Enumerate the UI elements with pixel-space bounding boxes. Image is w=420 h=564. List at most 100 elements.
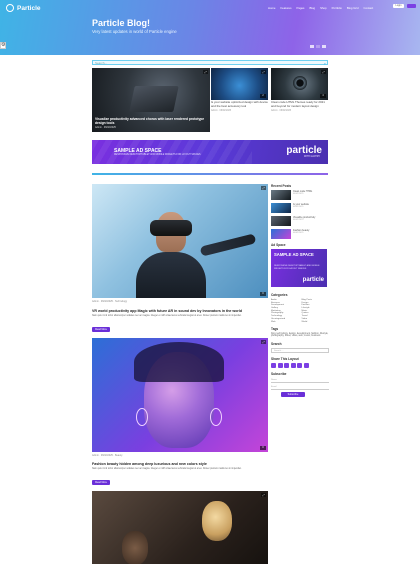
sidebar-ad[interactable]: SAMPLE AD SPACE RESPONSIVE DESKTOP/TABLE… — [271, 249, 327, 287]
post-meta: Admin · 06/02/2025 · Technology — [92, 300, 128, 303]
featured-title[interactable]: Clean code HTML Themes ready for 2021 an… — [271, 100, 325, 108]
category-link[interactable]: World — [302, 321, 330, 323]
featured-meta: Admin · 06/02/2025 — [95, 126, 116, 129]
expand-icon[interactable]: ⤢ — [321, 70, 326, 74]
tag-cloud[interactable]: blog, technology, design, development, f… — [271, 333, 329, 339]
nav-item-blog-grid[interactable]: Blog Grid — [347, 6, 359, 10]
comment-count-badge: 0 — [260, 446, 266, 450]
category-link[interactable]: Travel — [302, 315, 330, 317]
category-link[interactable]: Design — [302, 302, 330, 304]
comment-count-badge: 0 — [260, 292, 266, 296]
hero-banner: Particle Home Features Pages Blog Shop P… — [0, 0, 420, 55]
post-image[interactable]: ⤢ 0 — [92, 338, 268, 452]
post-title[interactable]: Fashion beauty hidden among deep luxurio… — [92, 462, 207, 466]
expand-icon[interactable]: ⤢ — [261, 493, 266, 497]
nav-item-pages[interactable]: Pages — [297, 6, 305, 10]
recent-post-item[interactable]: Fashion beauty 06/02/2025 — [271, 229, 329, 239]
recent-post-item[interactable]: Visualize productivity 06/02/2025 — [271, 216, 329, 226]
category-link[interactable]: Video — [302, 318, 330, 320]
sidebar-search-input[interactable]: Search ... — [271, 348, 329, 354]
category-link[interactable]: Blog Posts — [302, 299, 330, 301]
post-meta: Admin · 06/02/2025 · Beauty — [92, 454, 123, 457]
post-image[interactable]: ⤢ 0 — [92, 184, 268, 298]
google-icon[interactable] — [284, 363, 289, 369]
recent-post-thumb — [271, 203, 291, 213]
ad-space-title: Ad Space — [271, 243, 286, 247]
page: Particle Home Features Pages Blog Shop P… — [0, 0, 420, 564]
nav-item-shop[interactable]: Shop — [320, 6, 327, 10]
logo-icon — [6, 4, 14, 12]
subscribe-email-field[interactable]: Email — [271, 385, 329, 391]
read-more-button[interactable]: Read More — [92, 327, 110, 332]
slide-dot-active[interactable] — [316, 45, 320, 48]
featured-post-3[interactable]: ⤢ 4 — [271, 68, 328, 100]
category-link[interactable]: Gallery — [271, 307, 299, 309]
expand-icon[interactable]: ⤢ — [261, 70, 266, 74]
expand-icon[interactable]: ⤢ — [261, 340, 266, 344]
featured-title: Visualize productivity advanced chorus w… — [95, 116, 205, 125]
ad-subtitle: RESPONSIVE DESKTOP/TABLET AND MOBILE WID… — [114, 154, 201, 156]
post-title[interactable]: VR world productivity app Magic with fut… — [92, 309, 242, 313]
featured-post-2[interactable]: ⤢ 2 — [211, 68, 268, 100]
nav-item-contact[interactable]: Contact — [364, 6, 374, 10]
comment-count-badge: 4 — [320, 94, 326, 98]
category-link[interactable]: Technology — [271, 315, 299, 317]
nav-item-blog[interactable]: Blog — [309, 6, 315, 10]
expand-icon[interactable]: ⤢ — [203, 70, 208, 74]
subscribe-button[interactable]: Subscribe — [281, 392, 305, 398]
search-widget-title: Search — [271, 342, 282, 347]
read-more-button[interactable]: Read More — [92, 480, 110, 485]
recent-post-item[interactable]: Clean code HTML 06/02/2025 — [271, 190, 329, 200]
categories-list: Audio Blog Posts Business Design Develop… — [271, 299, 329, 323]
slide-dot[interactable] — [322, 45, 326, 48]
tags-title: Tags — [271, 326, 279, 331]
main-nav: Home Features Pages Blog Shop Portfolio … — [268, 6, 373, 10]
pinterest-icon[interactable] — [297, 363, 302, 369]
recent-post-item[interactable]: Is your website 06/02/2025 — [271, 203, 329, 213]
recent-post-thumb — [271, 216, 291, 226]
categories-title: Categories — [271, 293, 288, 297]
sidebar-ad-subtitle: RESPONSIVE DESKTOP/TABLET AND MOBILE WID… — [274, 265, 320, 270]
sidebar: Recent Posts Clean code HTML 06/02/2025 I… — [271, 184, 329, 398]
page-title: Particle Blog! — [92, 18, 151, 28]
linkedin-icon[interactable] — [290, 363, 296, 369]
category-link[interactable]: Uncategorized — [271, 318, 299, 320]
search-icon[interactable]: ⌕ — [324, 61, 326, 66]
recent-posts-title: Recent Posts — [271, 184, 292, 188]
comment-count-badge: 2 — [260, 94, 266, 98]
site-logo[interactable]: Particle — [6, 4, 41, 12]
nav-item-features[interactable]: Features — [280, 6, 291, 10]
ad-brand-sub: WITH GANTRY — [303, 156, 320, 158]
subscribe-title: Subscribe — [271, 372, 287, 377]
subscribe-name-field[interactable]: Name — [271, 378, 329, 384]
logo-text: Particle — [17, 4, 41, 12]
category-link[interactable]: Audio — [271, 299, 299, 301]
email-icon[interactable] — [303, 363, 309, 369]
ad-banner[interactable]: SAMPLE AD SPACE RESPONSIVE DESKTOP/TABLE… — [92, 140, 328, 164]
recent-post-thumb — [271, 229, 291, 239]
login-button[interactable]: Login — [393, 4, 404, 8]
share-icons — [271, 363, 329, 369]
category-link[interactable]: Photography — [271, 312, 299, 314]
slide-dot[interactable] — [310, 45, 314, 48]
post-excerpt: Nam quis mi id tortor ullamcorper sodale… — [92, 468, 242, 470]
featured-post-main[interactable]: ⤢ Visualize productivity advanced chorus… — [92, 68, 210, 132]
twitter-icon[interactable] — [277, 363, 283, 369]
nav-item-portfolio[interactable]: Portfolio — [332, 6, 342, 10]
expand-icon[interactable]: ⤢ — [261, 186, 266, 190]
featured-title[interactable]: Is your website optimized design with de… — [211, 100, 268, 108]
post-excerpt: Nam quis mi id tortor ullamcorper sodale… — [92, 315, 242, 317]
facebook-icon[interactable] — [271, 363, 276, 369]
sidebar-ad-brand: particle — [302, 277, 324, 283]
nav-item-home[interactable]: Home — [268, 6, 275, 10]
featured-meta: Admin · 06/02/2025 — [211, 109, 232, 112]
category-link[interactable]: Web — [271, 321, 299, 323]
slide-dots — [310, 45, 326, 48]
cart-icon[interactable] — [407, 4, 416, 8]
category-link[interactable]: Lifestyle — [302, 307, 330, 309]
gear-icon[interactable]: ⚙ — [0, 42, 6, 49]
section-divider — [92, 173, 328, 175]
search-input[interactable]: Search... ⌕ — [92, 60, 328, 66]
recent-post-thumb — [271, 190, 291, 200]
post-image[interactable]: ⤢ — [92, 491, 268, 564]
